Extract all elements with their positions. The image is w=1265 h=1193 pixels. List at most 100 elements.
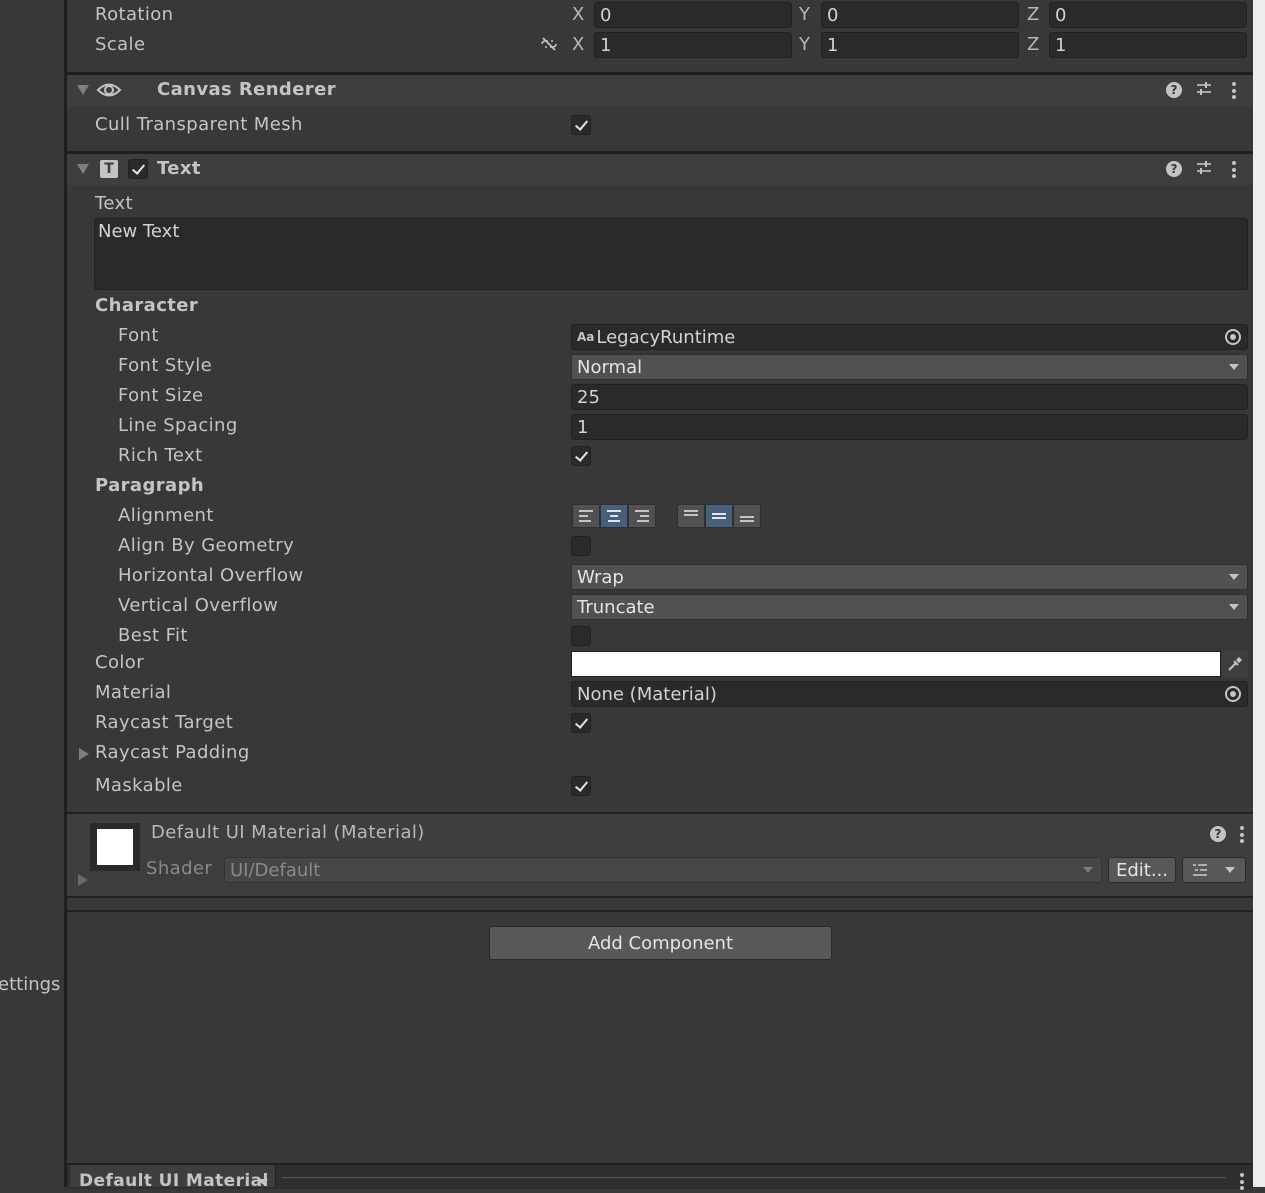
chevron-down-icon <box>1229 604 1239 610</box>
separator <box>67 896 1253 898</box>
vertical-alignment-group <box>677 504 761 528</box>
material-value: None (Material) <box>577 683 717 705</box>
foldout-down-icon[interactable] <box>77 164 89 174</box>
shader-dropdown[interactable]: UI/Default <box>224 857 1102 883</box>
foldout-right-icon[interactable] <box>78 874 88 886</box>
text-component-title: Text <box>157 158 201 179</box>
text-area[interactable]: New Text <box>94 218 1248 290</box>
best-fit-checkbox[interactable] <box>571 626 591 646</box>
shader-options-button[interactable] <box>1182 857 1246 883</box>
align-top-button[interactable] <box>677 504 705 528</box>
align-left-icon <box>579 510 593 522</box>
color-label: Color <box>95 652 144 673</box>
rotation-x-field[interactable]: 0 <box>594 2 792 28</box>
align-by-geometry-checkbox[interactable] <box>571 536 591 556</box>
align-center-icon <box>607 510 621 522</box>
font-label: Font <box>118 325 159 346</box>
more-menu-icon[interactable] <box>1232 161 1236 181</box>
align-by-geometry-label: Align By Geometry <box>118 535 295 556</box>
add-component-button[interactable]: Add Component <box>489 926 832 960</box>
rotation-y-axis[interactable]: Y <box>799 4 810 25</box>
preview-dropdown[interactable]: Default UI Material <box>70 1165 276 1191</box>
preview-slider[interactable] <box>282 1177 1226 1178</box>
constrain-proportions-icon[interactable] <box>539 36 559 52</box>
presets-icon[interactable] <box>1195 159 1213 177</box>
cull-transparent-mesh-checkbox[interactable] <box>571 115 591 135</box>
rich-text-checkbox[interactable] <box>571 446 591 466</box>
rotation-x-axis[interactable]: X <box>572 4 584 25</box>
align-top-icon <box>684 510 698 522</box>
font-style-dropdown[interactable]: Normal <box>571 354 1248 380</box>
rotation-z-axis[interactable]: Z <box>1027 4 1039 25</box>
align-right-button[interactable] <box>628 504 656 528</box>
scale-z-field[interactable]: 1 <box>1049 32 1247 58</box>
text-component-icon: T <box>100 160 118 178</box>
maskable-checkbox[interactable] <box>571 776 591 796</box>
align-bottom-button[interactable] <box>733 504 761 528</box>
chevron-down-icon <box>1229 364 1239 370</box>
font-size-field[interactable]: 25 <box>571 384 1248 410</box>
object-picker-icon[interactable] <box>1225 686 1241 702</box>
text-enabled-checkbox[interactable] <box>128 159 148 179</box>
material-thumbnail <box>90 823 140 871</box>
font-value: LegacyRuntime <box>596 326 736 348</box>
foldout-right-icon[interactable] <box>79 748 89 760</box>
material-thumbnail-swatch <box>97 829 133 865</box>
more-menu-icon[interactable] <box>1240 1173 1244 1193</box>
align-right-icon <box>635 510 649 522</box>
cull-transparent-mesh-label: Cull Transparent Mesh <box>95 114 303 135</box>
best-fit-label: Best Fit <box>118 625 188 646</box>
scale-x-field[interactable]: 1 <box>594 32 792 58</box>
align-middle-button[interactable] <box>705 504 733 528</box>
separator <box>67 910 1253 912</box>
font-style-label: Font Style <box>118 355 213 376</box>
color-swatch[interactable] <box>571 651 1221 677</box>
more-menu-icon[interactable] <box>1240 826 1244 846</box>
character-header: Character <box>95 295 199 316</box>
chevron-down-icon <box>1083 867 1093 873</box>
vertical-overflow-dropdown[interactable]: Truncate <box>571 594 1248 620</box>
align-left-button[interactable] <box>572 504 600 528</box>
scale-y-axis[interactable]: Y <box>799 34 810 55</box>
eyedropper-button[interactable] <box>1222 651 1248 677</box>
scale-y-field[interactable]: 1 <box>821 32 1019 58</box>
settings-label[interactable]: ettings <box>0 974 60 995</box>
rotation-z-field[interactable]: 0 <box>1049 2 1247 28</box>
help-icon[interactable]: ? <box>1166 82 1182 98</box>
help-icon[interactable]: ? <box>1166 161 1182 177</box>
material-label: Material <box>95 682 172 703</box>
presets-icon[interactable] <box>1195 80 1213 98</box>
help-icon[interactable]: ? <box>1210 826 1226 842</box>
paragraph-header: Paragraph <box>95 475 205 496</box>
scale-x-axis[interactable]: X <box>572 34 584 55</box>
raycast-padding-label[interactable]: Raycast Padding <box>95 742 250 763</box>
align-bottom-icon <box>740 510 754 522</box>
align-center-button[interactable] <box>600 504 628 528</box>
foldout-down-icon[interactable] <box>77 85 89 95</box>
raycast-target-checkbox[interactable] <box>571 713 591 733</box>
vertical-overflow-value: Truncate <box>577 596 655 618</box>
hierarchy-panel <box>0 0 64 1187</box>
material-field[interactable]: None (Material) <box>571 681 1248 707</box>
scrollbar[interactable] <box>1253 0 1265 1187</box>
alignment-label: Alignment <box>118 505 214 526</box>
shader-label: Shader <box>146 858 213 879</box>
more-menu-icon[interactable] <box>1232 82 1236 102</box>
horizontal-overflow-dropdown[interactable]: Wrap <box>571 564 1248 590</box>
font-field[interactable]: Aa LegacyRuntime <box>571 324 1248 350</box>
font-asset-icon: Aa <box>577 330 595 344</box>
shader-value: UI/Default <box>230 859 321 881</box>
rotation-y-field[interactable]: 0 <box>821 2 1019 28</box>
chevron-down-icon <box>258 1179 268 1185</box>
rotation-label: Rotation <box>95 4 174 25</box>
scale-z-axis[interactable]: Z <box>1027 34 1039 55</box>
raycast-target-label: Raycast Target <box>95 712 234 733</box>
edit-shader-button[interactable]: Edit... <box>1108 857 1176 883</box>
line-spacing-field[interactable]: 1 <box>571 414 1248 440</box>
scale-label: Scale <box>95 34 146 55</box>
text-component-header[interactable] <box>67 153 1253 185</box>
eyedropper-icon <box>1228 657 1242 671</box>
object-picker-icon[interactable] <box>1225 329 1241 345</box>
horizontal-overflow-value: Wrap <box>577 566 624 588</box>
text-label: Text <box>95 193 134 214</box>
